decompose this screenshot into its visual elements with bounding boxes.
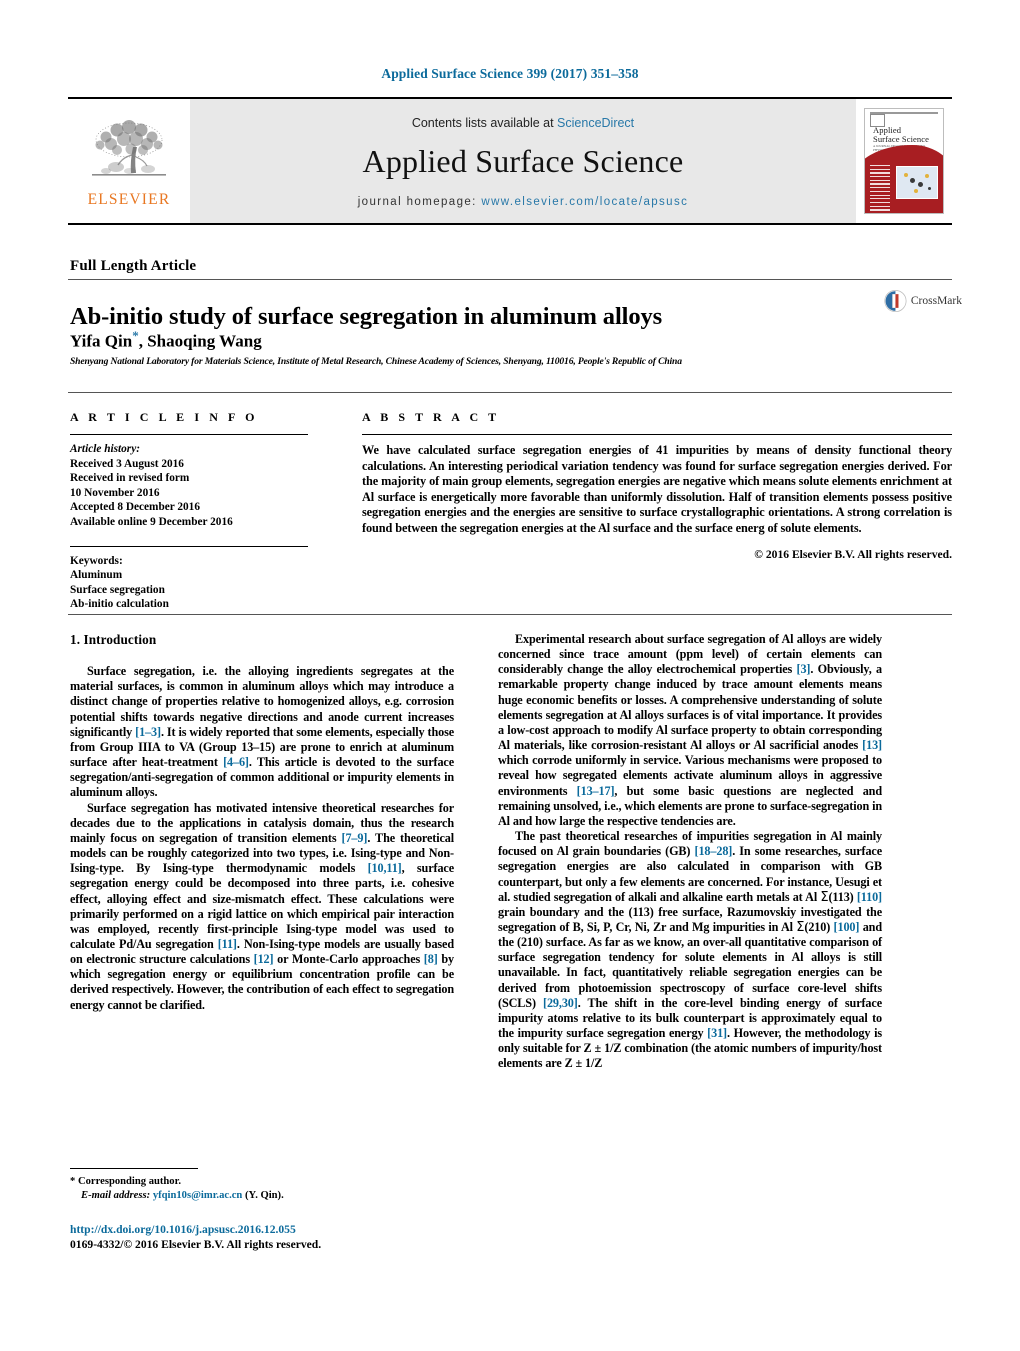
crossmark-label: CrossMark [910,295,962,307]
issn-copyright-line: 0169-4332/© 2016 Elsevier B.V. All right… [70,1238,322,1251]
author-affiliation: Shenyang National Laboratory for Materia… [70,356,682,367]
corresponding-author-line: * Corresponding author. [70,1175,454,1189]
history-item: Accepted 8 December 2016 [70,501,200,514]
abstract-text: We have calculated surface segregation e… [362,443,952,535]
homepage-prefix: journal homepage: [357,196,482,208]
cover-figure [896,166,938,199]
journal-masthead: ELSEVIER Contents lists available at Sci… [68,97,952,225]
article-history-block: Article history: Received 3 August 2016 … [70,442,318,530]
journal-homepage-line: journal homepage: www.elsevier.com/locat… [358,196,689,208]
history-item: Received 3 August 2016 [70,457,184,470]
divider-article-info [70,434,308,435]
divider-keywords [70,545,308,547]
paragraph: Experimental research about surface segr… [498,632,882,828]
email-line: E-mail address: yfqin10s@imr.ac.cn (Y. Q… [70,1189,454,1203]
keywords-label: Keywords: [70,554,123,567]
article-info-column: A R T I C L E I N F O Article history: R… [70,410,318,612]
author-list: Yifa Qin*, Shaoqing Wang [70,325,770,353]
section-heading-introduction: 1. Introduction [70,632,157,647]
journal-cover-thumbnail: Applied Surface Science A JOURNAL DEVOTE… [856,99,952,223]
history-item: Available online 9 December 2016 [70,515,233,528]
corresponding-author-text: Corresponding author. [77,1176,181,1187]
author-first: Yifa Qin [70,331,133,351]
keyword-item: Surface segregation [70,583,165,596]
email-label: E-mail address: [81,1189,151,1201]
email-link[interactable]: yfqin10s@imr.ac.cn [153,1190,243,1201]
keywords-block: Keywords: Aluminum Surface segregation A… [70,554,318,612]
journal-homepage-link[interactable]: www.elsevier.com/locate/apsusc [481,196,688,208]
contents-available-line: Contents lists available at ScienceDirec… [412,116,634,130]
abstract-heading: A B S T R A C T [362,410,500,424]
divider-footnote [70,1168,198,1169]
journal-article-page: Applied Surface Science 399 (2017) 351–3… [0,0,1020,1351]
history-item: 10 November 2016 [70,486,160,499]
journal-title: Applied Surface Science [362,143,684,179]
history-item: Received in revised form [70,472,190,485]
running-head: Applied Surface Science 399 (2017) 351–3… [381,66,639,81]
divider-band-top [68,392,952,393]
paragraph: Surface segregation has motivated intens… [70,800,455,1012]
divider-band-bottom [68,614,952,615]
crossmark-icon [884,289,907,313]
paragraph: Surface segregation, i.e. the alloying i… [70,664,454,800]
email-owner: (Y. Qin). [244,1189,284,1201]
abstract-copyright: © 2016 Elsevier B.V. All rights reserved… [754,547,952,561]
abstract-column: A B S T R A C T We have calculated surfa… [362,410,952,561]
keyword-item: Aluminum [70,569,123,582]
body-column-right: Experimental research about surface segr… [498,632,882,1072]
cover-title-line2: Surface Science [873,134,930,144]
article-info-heading: A R T I C L E I N F O [70,410,259,424]
divider-abstract [362,434,952,435]
cover-contents-lines [870,165,890,213]
elsevier-tree-icon [92,120,166,176]
cover-artwork: Applied Surface Science A JOURNAL DEVOTE… [864,108,944,214]
elsevier-wordmark: ELSEVIER [87,191,171,208]
elsevier-logo: ELSEVIER [68,99,190,223]
footnote-marker: * [70,1176,76,1187]
paragraph: The past theoretical researches of impur… [498,829,883,1071]
divider-under-article-type [68,279,952,280]
article-history-label: Article history: [70,443,140,455]
doi-link[interactable]: http://dx.doi.org/10.1016/j.apsusc.2016.… [70,1222,490,1237]
article-type-label: Full Length Article [70,258,197,274]
journal-band: Contents lists available at ScienceDirec… [190,99,856,223]
corresponding-author-footnote: * Corresponding author. E-mail address: … [70,1168,454,1202]
sciencedirect-link[interactable]: ScienceDirect [557,116,634,130]
keyword-item: Ab-initio calculation [70,598,169,611]
crossmark-badge[interactable]: CrossMark [884,282,962,320]
footer-doi-block: http://dx.doi.org/10.1016/j.apsusc.2016.… [70,1222,490,1252]
body-column-left: 1. Introduction Surface segregation, i.e… [70,632,454,1013]
author-rest: , Shaoqing Wang [138,331,262,351]
contents-prefix: Contents lists available at [411,116,558,130]
